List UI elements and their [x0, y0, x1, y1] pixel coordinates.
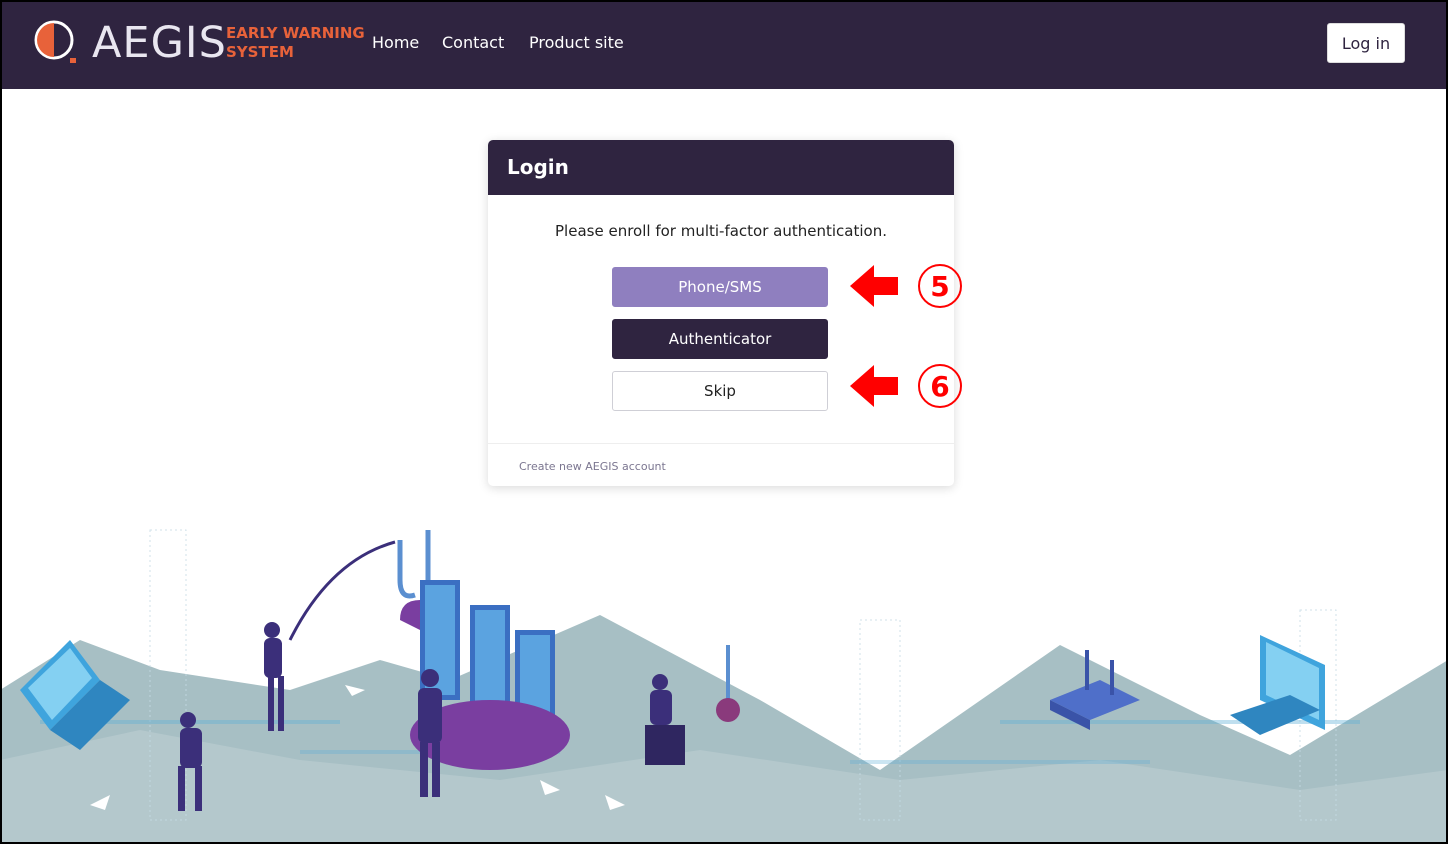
brand-tagline: EARLY WARNING SYSTEM — [226, 24, 365, 62]
desktop-computer-illustration — [1230, 635, 1325, 735]
nav-contact-link[interactable]: Contact — [442, 33, 504, 53]
nav-product-site-link[interactable]: Product site — [529, 33, 624, 53]
login-card: Login Please enroll for multi-factor aut… — [488, 140, 954, 486]
card-title: Login — [488, 140, 954, 195]
header-login-button[interactable]: Log in — [1327, 23, 1405, 63]
card-footer: Create new AEGIS account — [488, 443, 954, 486]
left-arrow-icon — [850, 265, 898, 307]
step-5-badge: 5 — [918, 264, 962, 308]
left-arrow-icon — [850, 365, 898, 407]
authenticator-button[interactable]: Authenticator — [612, 319, 828, 359]
create-account-link[interactable]: Create new AEGIS account — [519, 460, 666, 473]
mfa-prompt: Please enroll for multi-factor authentic… — [555, 222, 887, 240]
tagline-line-1: EARLY WARNING — [226, 24, 365, 42]
step-6-badge: 6 — [918, 364, 962, 408]
phone-sms-button[interactable]: Phone/SMS — [612, 267, 828, 307]
cyber-attack-illustration — [0, 529, 1448, 844]
nav-home-link[interactable]: Home — [372, 33, 419, 53]
tagline-line-2: SYSTEM — [226, 43, 294, 61]
top-navbar: AEGIS EARLY WARNING SYSTEM Home Contact … — [0, 0, 1448, 89]
aegis-logo-icon[interactable] — [32, 18, 80, 66]
skip-button[interactable]: Skip — [612, 371, 828, 411]
brand-name[interactable]: AEGIS — [92, 17, 227, 69]
